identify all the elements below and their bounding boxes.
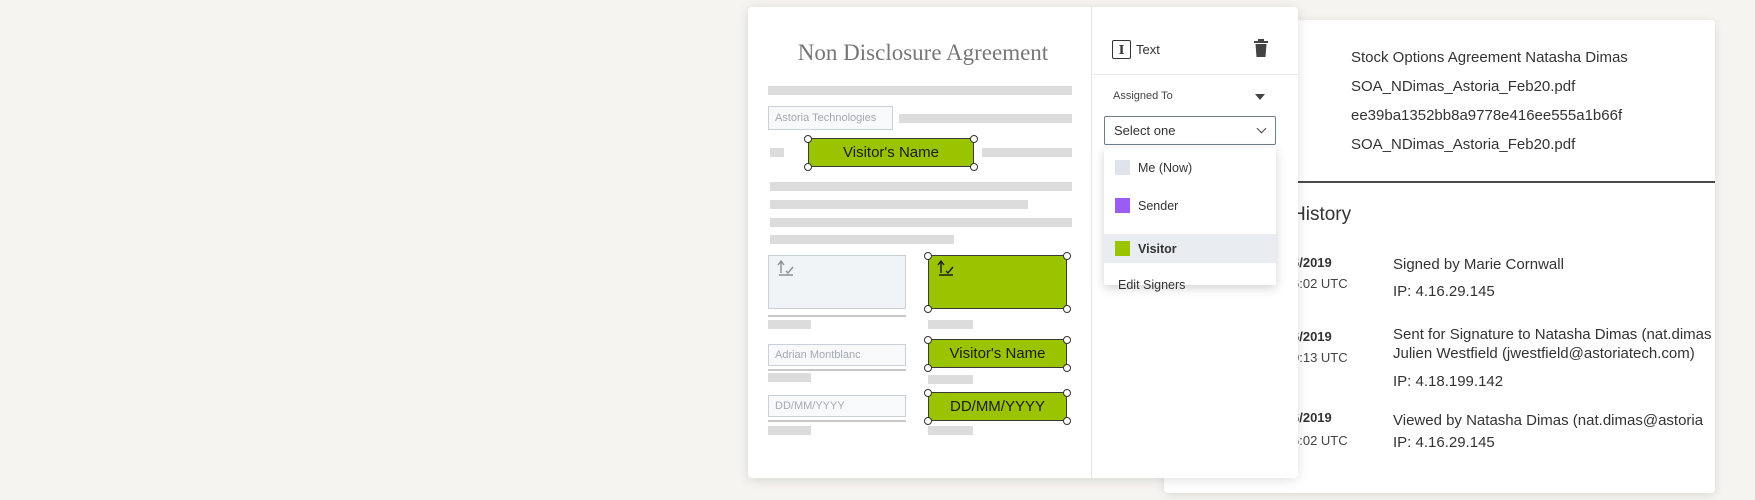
color-swatch	[1115, 198, 1130, 213]
assignee-select[interactable]: Select one	[1104, 116, 1276, 145]
trash-icon[interactable]	[1253, 39, 1269, 63]
resize-handle[interactable]	[1063, 417, 1071, 425]
resize-handle[interactable]	[1063, 364, 1071, 372]
text-line	[770, 182, 1072, 191]
text-line	[928, 375, 973, 384]
field-type-label: Text	[1136, 42, 1160, 57]
text-line	[899, 114, 1072, 123]
text-cursor-icon: I	[1112, 40, 1131, 59]
resize-handle[interactable]	[1063, 252, 1071, 260]
event-text: Signed by Marie Cornwall	[1393, 256, 1564, 273]
event-ip: IP: 4.16.29.145	[1393, 283, 1495, 300]
event-text: Viewed by Natasha Dimas (nat.dimas@astor…	[1393, 412, 1704, 429]
event-time: 6:02 UTC	[1292, 433, 1348, 448]
visitor-name-field-selected[interactable]: Visitor's Name	[808, 138, 974, 167]
resize-handle[interactable]	[970, 135, 978, 143]
text-line	[770, 218, 1072, 227]
text-line	[770, 148, 784, 157]
resize-handle[interactable]	[970, 163, 978, 171]
resize-handle[interactable]	[1063, 389, 1071, 397]
signature-pen-icon	[777, 259, 795, 281]
assignee-dropdown: Me (Now) Sender Visitor Edit Signers	[1104, 148, 1276, 292]
signature-field-empty[interactable]	[768, 255, 906, 309]
resize-handle[interactable]	[924, 389, 932, 397]
text-line	[768, 320, 811, 329]
text-line	[770, 200, 1028, 209]
text-line	[768, 373, 811, 382]
name-field[interactable]: Adrian Montblanc	[768, 344, 906, 366]
event-ip: IP: 4.18.199.142	[1393, 373, 1504, 390]
resize-handle[interactable]	[1063, 336, 1071, 344]
event-time: 6:02 UTC	[1292, 276, 1348, 291]
text-line	[982, 148, 1072, 157]
color-swatch	[1115, 160, 1130, 175]
assigned-to-label: Assigned To	[1113, 90, 1173, 102]
visitor-date-field[interactable]: DD/MM/YYYY	[928, 392, 1067, 421]
assignee-select-value: Select one	[1114, 123, 1176, 138]
text-line	[768, 426, 811, 435]
date-field[interactable]: DD/MM/YYYY	[768, 395, 906, 417]
date-line	[768, 420, 906, 422]
document-canvas[interactable]: Non Disclosure Agreement Astoria Technol…	[748, 7, 1092, 478]
doc-info-hash: ee39ba1352bb8a9778e416ee555a1b66f	[1351, 107, 1623, 124]
chevron-down-icon	[1256, 123, 1267, 134]
color-swatch	[1115, 241, 1130, 256]
caret-down-icon[interactable]	[1255, 94, 1265, 100]
text-line	[770, 235, 954, 244]
doc-info-title: Stock Options Agreement Natasha Dimas	[1351, 49, 1628, 66]
event-time: 0:13 UTC	[1292, 350, 1348, 365]
text-line	[928, 426, 973, 435]
resize-handle[interactable]	[1063, 305, 1071, 313]
name-line	[768, 369, 906, 371]
resize-handle[interactable]	[924, 417, 932, 425]
resize-handle[interactable]	[924, 364, 932, 372]
event-ip: IP: 4.16.29.145	[1393, 434, 1495, 451]
text-line	[928, 320, 973, 329]
resize-handle[interactable]	[924, 305, 932, 313]
company-name-field[interactable]: Astoria Technologies	[768, 106, 893, 130]
resize-handle[interactable]	[924, 252, 932, 260]
resize-handle[interactable]	[804, 135, 812, 143]
resize-handle[interactable]	[804, 163, 812, 171]
option-visitor[interactable]: Visitor	[1104, 234, 1276, 263]
history-title: History	[1292, 204, 1352, 225]
text-line	[768, 86, 1072, 95]
document-editor-card: Non Disclosure Agreement Astoria Technol…	[748, 7, 1298, 478]
resize-handle[interactable]	[924, 336, 932, 344]
option-label: Me (Now)	[1138, 160, 1193, 175]
option-label: Visitor	[1138, 241, 1177, 256]
document-title: Non Disclosure Agreement	[797, 40, 1049, 65]
doc-info-filename: SOA_NDimas_Astoria_Feb20.pdf	[1351, 78, 1576, 95]
signature-line	[768, 315, 906, 317]
event-text-2: Julien Westfield (jwestfield@astoriatech…	[1393, 345, 1695, 362]
option-label: Sender	[1138, 198, 1179, 213]
signature-pen-icon	[937, 259, 955, 281]
option-me-now[interactable]: Me (Now)	[1104, 153, 1276, 182]
event-text: Sent for Signature to Natasha Dimas (nat…	[1393, 326, 1712, 343]
document-info: Stock Options Agreement Natasha Dimas SO…	[1351, 48, 1628, 164]
doc-info-filename-2: SOA_NDimas_Astoria_Feb20.pdf	[1351, 136, 1576, 153]
visitor-signature-field[interactable]	[928, 255, 1067, 309]
visitor-name-field[interactable]: Visitor's Name	[928, 339, 1067, 368]
edit-signers-link[interactable]: Edit Signers	[1104, 270, 1276, 299]
option-sender[interactable]: Sender	[1104, 191, 1276, 220]
